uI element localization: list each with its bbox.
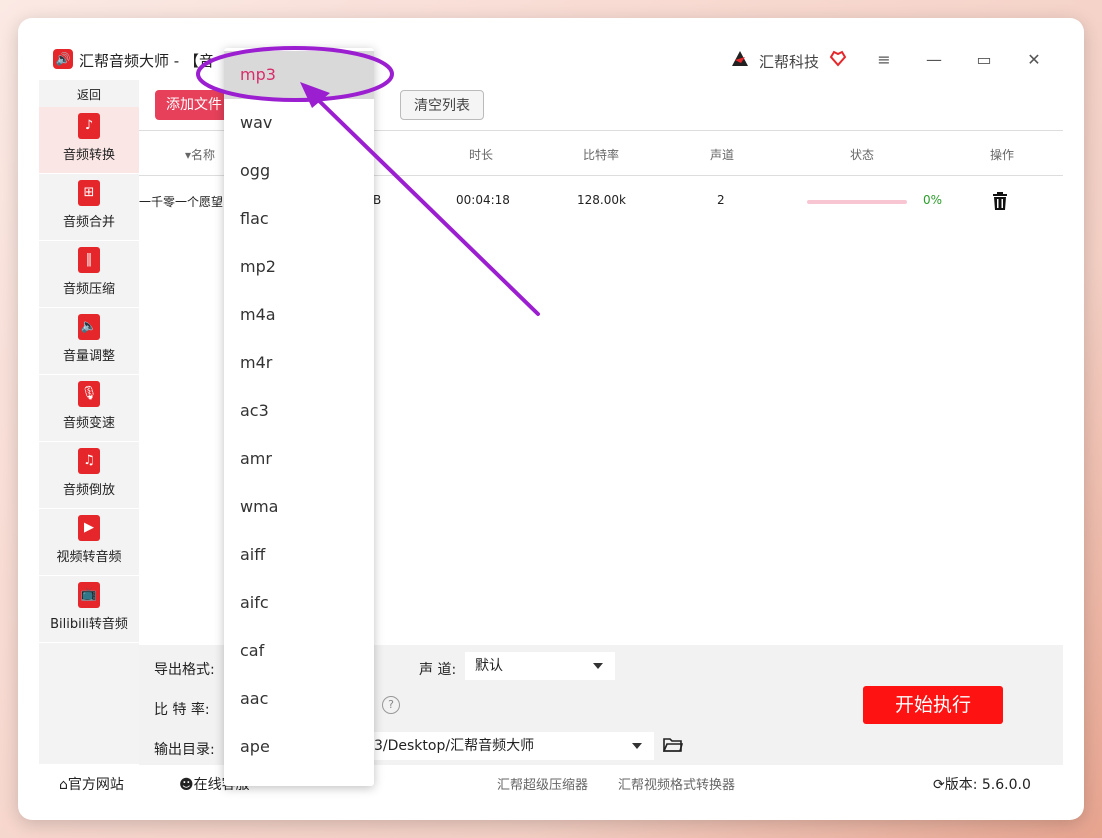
format-option-aac[interactable]: aac [224,675,374,723]
format-dropdown[interactable]: mp3 wav ogg flac mp2 m4a m4r ac3 amr wma… [224,48,374,786]
user-icon: ☻ [179,777,194,793]
sidebar-item-label: Bilibili转音频 [50,617,128,632]
sidebar-item-label: 视频转音频 [56,550,122,565]
format-option-wav[interactable]: wav [224,99,374,147]
sidebar-item-video-to-audio[interactable]: ▶ 视频转音频 [39,509,139,576]
column-bitrate: 比特率 [583,148,620,162]
home-icon: ⌂ [59,777,68,793]
channel-value: 默认 [475,658,503,674]
file-duration: 00:04:18 [456,193,510,207]
sidebar-item-label: 音频合并 [62,215,115,230]
bitrate-label: 比 特 率: [154,702,210,718]
format-option-m4r[interactable]: m4r [224,339,374,387]
audio-reverse-icon: ♫ [78,448,100,474]
bilibili-icon: 📺 [78,582,100,608]
add-file-button[interactable]: 添加文件 [155,90,233,120]
audio-merge-icon: ⊞ [78,180,100,206]
sidebar-item-bilibili[interactable]: 📺 Bilibili转音频 [39,576,139,643]
app-logo-icon: 🔊 [53,49,73,69]
website-label: 官方网站 [67,777,124,793]
format-option-m4a[interactable]: m4a [224,291,374,339]
start-button[interactable]: 开始执行 [863,686,1003,724]
sidebar-item-label: 音频变速 [62,416,115,431]
trash-icon[interactable] [991,191,1009,211]
output-dir-label: 输出目录: [154,742,215,758]
format-option-ac3[interactable]: ac3 [224,387,374,435]
channel-label: 声 道: [419,662,457,678]
format-option-ape[interactable]: ape [224,723,374,771]
format-option-wma[interactable]: wma [224,483,374,531]
sidebar: 返回 ♪ 音频转换 ⊞ 音频合并 ‖ 音频压缩 🔈 音量调整 🎙 音频变速 ♫ … [39,80,139,764]
format-option-amr[interactable]: amr [224,435,374,483]
brand-name: 汇帮科技 [759,53,820,71]
format-option-mp2[interactable]: mp2 [224,243,374,291]
title-bar: 🔊 汇帮音频大师 - 【音 汇帮科技 ≡ — ▭ ✕ [39,40,1063,80]
output-dir-select[interactable]: 3/Desktop/汇帮音频大师 [364,732,654,760]
folder-icon[interactable] [663,737,683,753]
volume-adjust-icon: 🔈 [78,314,100,340]
sidebar-item-audio-convert[interactable]: ♪ 音频转换 [39,107,139,174]
version-label: 版本: 5.6.0.0 [944,777,1031,793]
chevron-down-icon [593,663,603,669]
format-option-flac[interactable]: flac [224,195,374,243]
file-name: 一千零一个愿望 [139,195,224,209]
vip-heart-icon[interactable] [829,49,847,67]
video-to-audio-icon: ▶ [78,515,100,541]
format-option-ogg[interactable]: ogg [224,147,374,195]
chevron-down-icon [632,743,642,749]
sidebar-item-label: 音频压缩 [62,282,115,297]
sidebar-item-volume-adjust[interactable]: 🔈 音量调整 [39,308,139,375]
sidebar-item-audio-speed[interactable]: 🎙 音频变速 [39,375,139,442]
brand-logo-icon [732,51,748,66]
clear-list-button[interactable]: 清空列表 [400,90,484,120]
audio-compress-icon: ‖ [78,247,100,273]
column-channel: 声道 [710,148,735,162]
file-size: B [373,193,382,207]
website-link[interactable]: ⌂官方网站 [59,774,124,794]
audio-convert-icon: ♪ [78,113,100,139]
file-bitrate: 128.00k [577,193,626,207]
back-link[interactable]: 返回 [39,86,139,103]
maximize-button[interactable]: ▭ [971,48,997,72]
format-option-aifc[interactable]: aifc [224,579,374,627]
help-icon[interactable]: ? [382,696,400,714]
format-label: 导出格式: [154,662,215,678]
channel-select[interactable]: 默认 [465,652,615,680]
minimize-button[interactable]: — [921,48,947,72]
column-name[interactable]: ▾名称 [185,146,215,163]
progress-label: 0% [923,193,943,207]
sidebar-item-label: 音量调整 [62,349,115,364]
audio-speed-icon: 🎙 [78,381,100,407]
close-button[interactable]: ✕ [1021,48,1047,72]
format-option-aiff[interactable]: aiff [224,531,374,579]
sidebar-item-audio-compress[interactable]: ‖ 音频压缩 [39,241,139,308]
format-option-mp3[interactable]: mp3 [224,51,374,99]
file-channel: 2 [717,193,725,207]
app-window: 🔊 汇帮音频大师 - 【音 汇帮科技 ≡ — ▭ ✕ 返回 ♪ 音频转换 ⊞ 音… [39,40,1063,798]
app-title: 汇帮音频大师 - 【音 [79,52,214,70]
compressor-link[interactable]: 汇帮超级压缩器 [497,774,588,793]
refresh-icon: ⟳ [933,777,945,793]
sidebar-item-label: 音频倒放 [62,483,115,498]
sidebar-item-label: 音频转换 [62,148,115,163]
video-converter-link[interactable]: 汇帮视频格式转换器 [618,774,735,793]
footer-bar: ⌂官方网站 ☻在线客服 汇帮超级压缩器 汇帮视频格式转换器 ⟳版本: 5.6.0… [39,766,1063,798]
progress-bar [807,200,907,204]
column-duration: 时长 [469,148,494,162]
column-status: 状态 [850,148,875,162]
output-dir-value: 3/Desktop/汇帮音频大师 [374,738,535,754]
sidebar-item-audio-reverse[interactable]: ♫ 音频倒放 [39,442,139,509]
column-action: 操作 [990,148,1015,162]
format-option-caf[interactable]: caf [224,627,374,675]
sidebar-item-audio-merge[interactable]: ⊞ 音频合并 [39,174,139,241]
menu-button[interactable]: ≡ [871,48,897,72]
version-info[interactable]: ⟳版本: 5.6.0.0 [933,774,1031,794]
